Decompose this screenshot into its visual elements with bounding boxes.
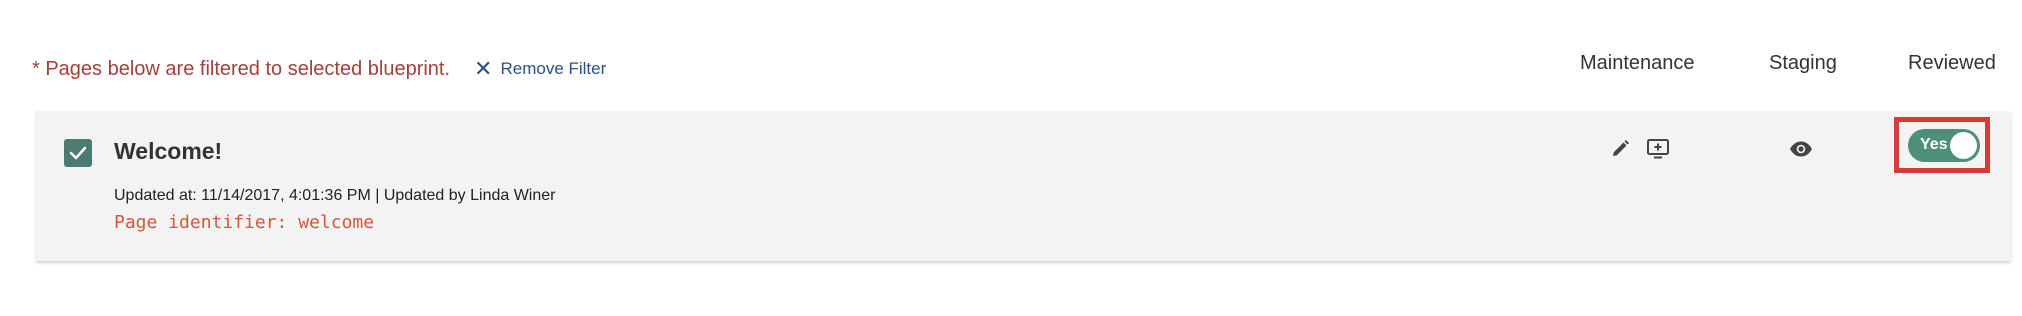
filter-note: * Pages below are filtered to selected b… (32, 57, 451, 80)
reviewed-toggle-label: Yes (1920, 136, 1948, 153)
page: * Pages below are filtered to selected b… (0, 0, 2022, 316)
eye-icon (1790, 141, 1812, 157)
reviewed-toggle[interactable]: Yes (1908, 129, 1980, 162)
preview-button[interactable] (1644, 135, 1672, 163)
column-header-maintenance: Maintenance (1580, 52, 1695, 74)
view-staging-button[interactable] (1787, 135, 1815, 163)
page-select-checkbox[interactable] (64, 139, 92, 167)
check-icon (69, 146, 87, 160)
edit-button[interactable] (1606, 135, 1634, 163)
page-identifier: Page identifier: welcome (114, 212, 375, 233)
remove-filter-label: Remove Filter (500, 59, 607, 78)
column-header-staging: Staging (1769, 52, 1837, 74)
page-row: Welcome! Updated at: 11/14/2017, 4:01:36… (36, 111, 2011, 261)
close-icon: ✕ (474, 56, 493, 81)
preview-plus-icon (1647, 139, 1669, 159)
column-header-reviewed: Reviewed (1908, 52, 1996, 74)
toggle-knob (1950, 132, 1977, 159)
updated-info: Updated at: 11/14/2017, 4:01:36 PM | Upd… (114, 187, 556, 204)
remove-filter-link[interactable]: ✕ Remove Filter (474, 58, 606, 80)
pencil-icon (1613, 140, 1629, 156)
page-title[interactable]: Welcome! (114, 138, 222, 165)
filter-bar: * Pages below are filtered to selected b… (32, 54, 606, 84)
